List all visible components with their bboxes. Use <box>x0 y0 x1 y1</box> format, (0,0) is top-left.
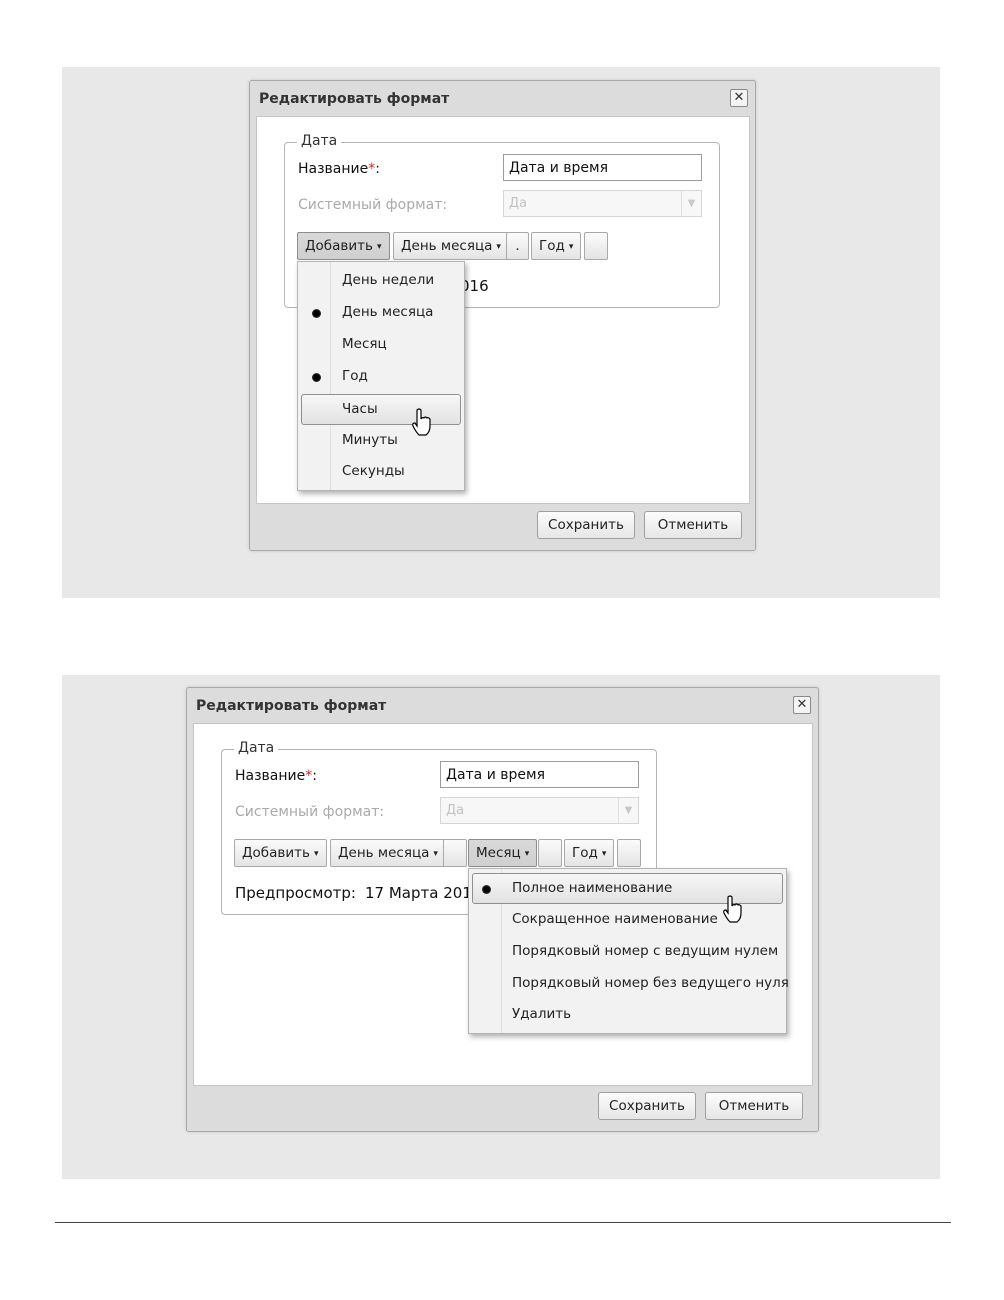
menu-item-hours[interactable]: Часы <box>301 394 461 425</box>
save-button[interactable]: Сохранить <box>598 1092 696 1120</box>
name-input[interactable] <box>440 761 639 788</box>
chevron-down-icon: ▼ <box>618 798 638 823</box>
menu-item-delete[interactable]: Удалить <box>472 1000 783 1031</box>
name-label: Название*: <box>298 161 380 177</box>
preview-value: 17 Марта 201 <box>365 884 472 902</box>
caret-down-icon: ▾ <box>496 242 501 252</box>
menu-item-month[interactable]: Месяц <box>301 330 461 361</box>
year-button[interactable]: Год ▾ <box>531 232 582 260</box>
edit-format-dialog: Редактировать формат ✕ Дата Название*: С… <box>186 687 819 1132</box>
menu-item-minutes[interactable]: Минуты <box>301 426 461 457</box>
caret-down-icon: ▾ <box>524 849 530 859</box>
dialog-title: Редактировать формат <box>259 91 450 107</box>
add-dropdown-menu: День недели День месяца Месяц Год Часы М… <box>297 261 465 491</box>
caret-down-icon: ▾ <box>313 849 319 859</box>
name-label: Название*: <box>235 768 317 784</box>
separator-empty-button[interactable] <box>584 232 608 260</box>
day-of-month-button[interactable]: День месяца ▾ <box>330 839 446 867</box>
menu-item-number-with-leading-zero[interactable]: Порядковый номер с ведущим нулем <box>472 937 783 968</box>
system-format-value: Да <box>509 196 528 211</box>
close-button[interactable]: ✕ <box>730 89 748 107</box>
system-format-label: Системный формат: <box>235 804 385 820</box>
separator-empty-button[interactable] <box>443 839 467 867</box>
menu-item-year[interactable]: Год <box>301 362 461 393</box>
name-input[interactable] <box>503 154 702 181</box>
menu-item-day-of-week[interactable]: День недели <box>301 266 461 297</box>
day-of-month-button[interactable]: День месяца ▾ <box>393 232 509 260</box>
system-format-value: Да <box>446 803 465 818</box>
screenshot-panel-2: Редактировать формат ✕ Дата Название*: С… <box>62 675 940 1179</box>
hand-cursor-icon <box>412 408 431 436</box>
cancel-button[interactable]: Отменить <box>644 511 742 539</box>
save-button[interactable]: Сохранить <box>537 511 635 539</box>
caret-down-icon: ▾ <box>433 849 438 859</box>
dialog-title: Редактировать формат <box>196 698 387 714</box>
close-button[interactable]: ✕ <box>793 696 811 714</box>
system-format-select: Да ▼ <box>503 190 702 217</box>
menu-item-number-without-leading-zero[interactable]: Порядковый номер без ведущего нуля <box>472 969 789 1000</box>
radio-dot-icon <box>312 309 321 318</box>
radio-dot-icon <box>312 373 321 382</box>
screenshot-panel-1: Редактировать формат ✕ Дата Название*: С… <box>62 67 940 598</box>
caret-down-icon: ▾ <box>568 242 574 252</box>
radio-dot-icon <box>482 885 491 894</box>
caret-down-icon: ▾ <box>601 849 607 859</box>
menu-item-day-of-month[interactable]: День месяца <box>301 298 461 329</box>
month-dropdown-menu: Полное наименование Сокращенное наименов… <box>468 868 789 1034</box>
system-format-select: Да ▼ <box>440 797 639 824</box>
preview-label: Предпросмотр: <box>235 884 356 902</box>
add-button[interactable]: Добавить ▾ <box>297 232 390 260</box>
page-footer-rule <box>55 1222 951 1223</box>
hand-cursor-icon <box>723 895 742 923</box>
year-button[interactable]: Год ▾ <box>564 839 615 867</box>
caret-down-icon: ▾ <box>376 242 382 252</box>
separator-empty-button[interactable] <box>617 839 641 867</box>
menu-item-seconds[interactable]: Секунды <box>301 457 461 488</box>
separator-empty-button[interactable] <box>538 839 562 867</box>
add-button[interactable]: Добавить ▾ <box>234 839 327 867</box>
chevron-down-icon: ▼ <box>681 191 701 216</box>
month-button[interactable]: Месяц ▾ <box>468 839 538 867</box>
cancel-button[interactable]: Отменить <box>705 1092 803 1120</box>
close-icon: ✕ <box>733 90 745 105</box>
separator-dot-button[interactable]: . <box>506 232 529 260</box>
edit-format-dialog: Редактировать формат ✕ Дата Название*: С… <box>249 80 756 551</box>
system-format-label: Системный формат: <box>298 197 448 213</box>
fieldset-legend: Дата <box>234 740 279 756</box>
fieldset-legend: Дата <box>297 133 342 149</box>
close-icon: ✕ <box>796 697 808 712</box>
